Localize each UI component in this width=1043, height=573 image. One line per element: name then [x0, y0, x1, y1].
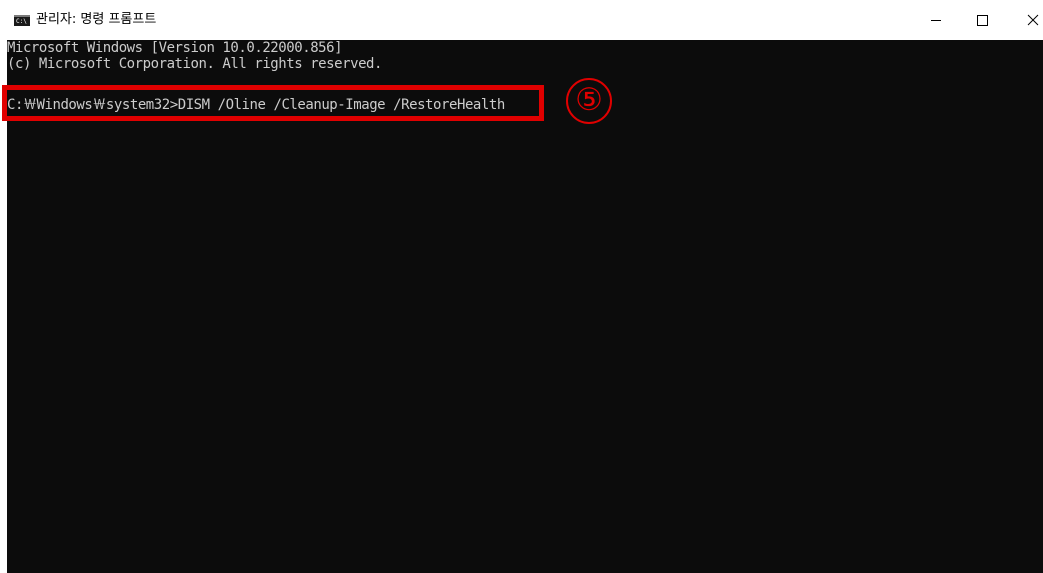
cmd-icon[interactable]: C:\ — [14, 15, 30, 26]
minimize-button[interactable] — [913, 0, 959, 40]
close-button[interactable] — [1005, 0, 1043, 40]
minimize-icon — [931, 20, 941, 21]
window-title: 관리자: 명령 프롬프트 — [36, 12, 157, 27]
maximize-icon — [977, 15, 988, 26]
console-line-copyright: (c) Microsoft Corporation. All rights re… — [7, 56, 382, 72]
close-icon — [1027, 14, 1039, 26]
title-bar[interactable]: C:\ 관리자: 명령 프롬프트 — [0, 0, 1043, 40]
console-line-version: Microsoft Windows [Version 10.0.22000.85… — [7, 40, 343, 56]
console-output[interactable]: Microsoft Windows [Version 10.0.22000.85… — [7, 40, 1043, 573]
maximize-button[interactable] — [959, 0, 1005, 40]
step-number-badge: ⑤ — [566, 78, 612, 124]
command-prompt-window: C:\ 관리자: 명령 프롬프트 Microsoft Windows [Vers… — [0, 0, 1043, 573]
console-line-command: C:￦Windows￦system32>DISM /Oline /Cleanup… — [7, 97, 505, 113]
